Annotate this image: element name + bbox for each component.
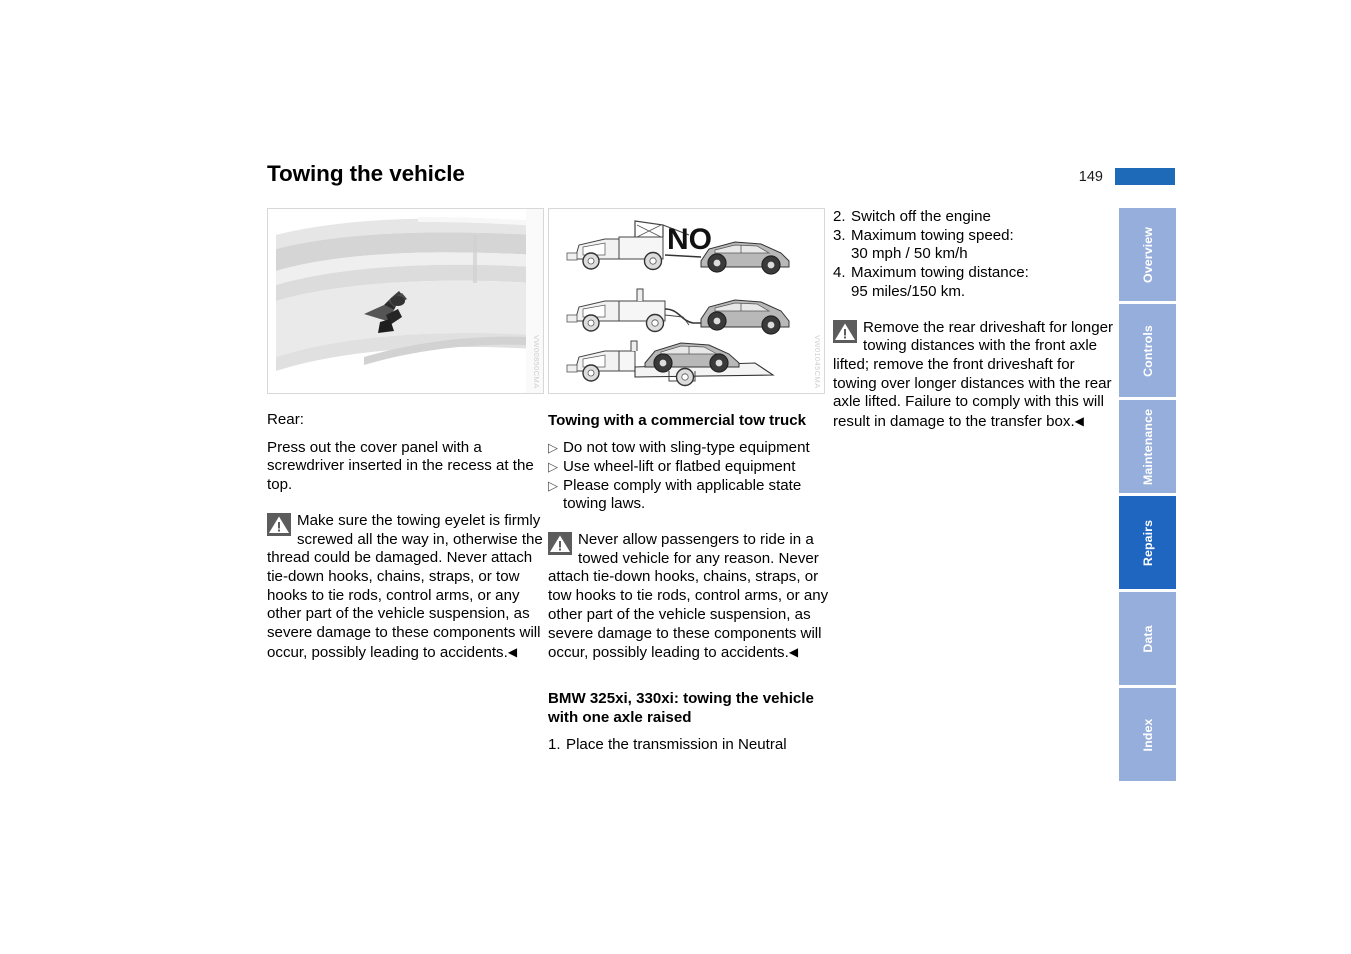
rear-bumper-towing-eyelet-figure: VW00850CMA [267, 208, 544, 394]
figure-watermark: VW00850CMA [532, 335, 541, 389]
rear-caption-label: Rear: [267, 411, 304, 428]
sidebar-item-overview[interactable]: Overview [1119, 208, 1176, 301]
step-continuation: 30 mph / 50 km/h [851, 245, 968, 263]
rear-instruction-paragraph: Press out the cover panel with a screwdr… [267, 438, 534, 494]
step-number: 2. [833, 208, 846, 225]
list-item: 4. Maximum towing distance: 95 miles/150 … [833, 264, 1118, 301]
sidebar-item-label: Overview [1140, 226, 1155, 283]
sidebar-item-repairs[interactable]: Repairs [1119, 496, 1176, 589]
sidebar-item-maintenance[interactable]: Maintenance [1119, 400, 1176, 493]
commercial-tow-truck-heading: Towing with a commercial tow truck [548, 412, 807, 429]
sidebar-item-label: Index [1140, 718, 1155, 751]
triangle-bullet-icon: ▷ [548, 477, 558, 493]
page-number-accent-bar [1115, 168, 1175, 185]
step-number: 3. [833, 226, 846, 244]
list-item: ▷ Use wheel-lift or flatbed equipment [548, 457, 796, 475]
middle-column: NO VW01045CMA Towing with a commercial t… [548, 208, 833, 755]
no-overlay-label: NO [667, 223, 712, 256]
warning-endmark: ◀ [507, 644, 518, 659]
triangle-bullet-icon: ▷ [548, 440, 558, 456]
sidebar-item-controls[interactable]: Controls [1119, 304, 1176, 397]
figure-watermark: VW01045CMA [813, 335, 822, 389]
sidebar-item-label: Repairs [1140, 519, 1155, 566]
warning-text: Remove the rear driveshaft for longer to… [833, 318, 1114, 431]
step-number: 1. [548, 736, 561, 754]
warning-triangle-icon [548, 532, 572, 556]
sidebar-item-index[interactable]: Index [1119, 688, 1176, 781]
triangle-bullet-icon: ▷ [548, 458, 558, 474]
sidebar-item-label: Controls [1140, 324, 1155, 377]
warning-triangle-icon [267, 512, 291, 536]
page-header: Towing the vehicle 149 [267, 160, 1175, 196]
warning-triangle-icon [833, 319, 857, 343]
list-item: ▷ Please comply with applicable state tow… [548, 476, 802, 513]
tow-truck-bullet-list: ▷ Do not tow with sling-type equipment ▷ U… [548, 439, 833, 514]
one-axle-raised-heading: BMW 325xi, 330xi: towing the vehicle wit… [548, 689, 814, 727]
warning-text: Never allow passengers to ride in a towe… [548, 531, 829, 662]
sidebar-item-label: Maintenance [1140, 408, 1155, 485]
rear-bumper-illustration [268, 209, 543, 393]
chapter-thumb-index: Overview Controls Maintenance Repairs Da… [1119, 208, 1176, 781]
driveshaft-warning: Remove the rear driveshaft for longer to… [833, 319, 1118, 432]
page-number: 149 [1078, 169, 1103, 185]
page-title: Towing the vehicle [267, 161, 465, 186]
towing-steps-list-part2: 2. Switch off the engine 3. Maximum towing… [833, 208, 1118, 302]
step-continuation: 95 miles/150 km. [851, 282, 966, 300]
list-item: 1. Place the transmission in Neutral [548, 736, 787, 754]
warning-text: Make sure the towing eyelet is firmly sc… [267, 511, 543, 661]
warning-endmark: ◀ [1074, 414, 1084, 429]
list-item: ▷ Do not tow with sling-type equipment [548, 439, 810, 457]
sidebar-item-data[interactable]: Data [1119, 592, 1176, 685]
left-column: VW00850CMA Rear: Press out the cover pan… [267, 208, 552, 662]
tow-truck-illustration: NO [549, 209, 824, 393]
towing-steps-list-part1: 1. Place the transmission in Neutral [548, 736, 833, 755]
sidebar-item-label: Data [1140, 624, 1155, 653]
passengers-warning: Never allow passengers to ride in a towe… [548, 531, 833, 663]
tow-truck-methods-figure: NO VW01045CMA [548, 208, 825, 394]
list-item: 3. Maximum towing speed: 30 mph / 50 km/h [833, 227, 1118, 264]
towing-eyelet-warning: Make sure the towing eyelet is firmly sc… [267, 512, 552, 663]
warning-endmark: ◀ [788, 645, 799, 660]
right-column: 2. Switch off the engine 3. Maximum towing… [833, 208, 1118, 432]
list-item: 2. Switch off the engine [833, 208, 991, 225]
step-number: 4. [833, 264, 846, 282]
